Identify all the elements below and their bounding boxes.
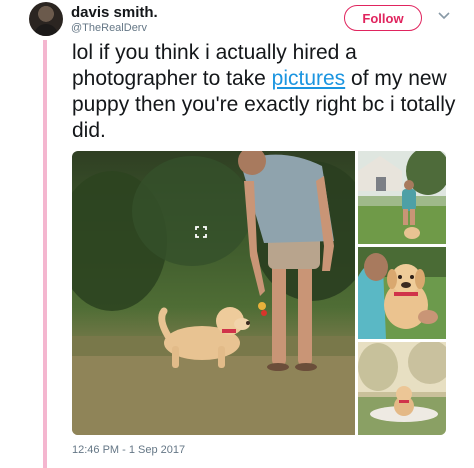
man-with-puppy-photo[interactable]	[72, 151, 372, 435]
display-name[interactable]: davis smith.	[71, 4, 158, 21]
handle[interactable]: @TheRealDerv	[71, 22, 147, 34]
avatar[interactable]	[29, 2, 63, 36]
media-grid	[72, 151, 446, 435]
puppy-held-illustration	[358, 247, 446, 339]
chevron-down-icon[interactable]	[437, 8, 451, 22]
follow-button[interactable]: Follow	[344, 5, 422, 31]
man-with-puppy-illustration	[72, 151, 372, 435]
puppy-blanket-photo[interactable]	[358, 342, 446, 435]
avatar-shirt	[34, 24, 58, 36]
tweet-text: lol if you think i actually hired a phot…	[72, 40, 457, 144]
pictures-link[interactable]: pictures	[272, 67, 346, 90]
puppy-held-photo[interactable]	[358, 247, 446, 339]
puppy-blanket-illustration	[358, 342, 446, 435]
expand-icon[interactable]	[195, 226, 207, 238]
tweet-timestamp[interactable]: 12:46 PM - 1 Sep 2017	[72, 444, 185, 456]
thread-line	[43, 40, 47, 468]
yard-illustration	[358, 151, 446, 244]
yard-photo[interactable]	[358, 151, 446, 244]
